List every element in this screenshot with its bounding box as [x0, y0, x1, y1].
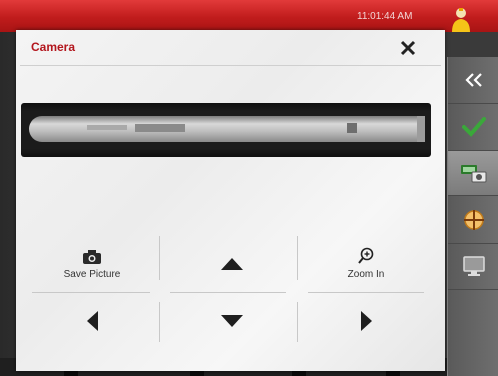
confirm-button[interactable]: [448, 104, 498, 151]
divider: [308, 292, 424, 293]
close-icon: [400, 40, 416, 56]
camera-transfer-button[interactable]: [448, 151, 498, 196]
save-picture-label: Save Picture: [63, 268, 121, 280]
zoom-in-button[interactable]: Zoom In: [301, 238, 431, 288]
clock: 11:01:44 AM: [357, 11, 413, 22]
monitor-button[interactable]: [448, 243, 498, 290]
divider: [32, 292, 150, 293]
divider: [159, 236, 160, 280]
left-button[interactable]: [28, 297, 156, 345]
zoom-in-label: Zoom In: [347, 268, 385, 280]
target-icon: [463, 210, 484, 230]
camera-transfer-icon: [460, 165, 486, 183]
right-sidebar: [447, 57, 498, 376]
zoom-in-icon: [358, 247, 374, 264]
down-button[interactable]: [168, 297, 296, 345]
camera-dialog: Camera Save Picture Zoom In: [16, 30, 445, 371]
double-chevron-left-icon: [464, 73, 482, 87]
sample-tube-image: [29, 116, 425, 142]
collapse-button[interactable]: [448, 57, 498, 104]
arrow-up-icon: [221, 258, 243, 270]
user-icon[interactable]: [450, 6, 472, 32]
up-button[interactable]: [168, 240, 296, 288]
right-button[interactable]: [301, 297, 431, 345]
arrow-down-icon: [221, 315, 243, 327]
target-button[interactable]: [448, 197, 498, 244]
divider: [159, 302, 160, 342]
camera-preview: [21, 103, 431, 157]
divider: [170, 292, 286, 293]
camera-icon: [83, 249, 101, 264]
top-status-bar: 11:01:44 AM: [0, 0, 498, 32]
title-divider: [20, 65, 441, 66]
save-picture-button[interactable]: Save Picture: [28, 240, 156, 288]
checkmark-icon: [461, 117, 486, 137]
divider: [297, 302, 298, 342]
dialog-title: Camera: [31, 40, 76, 54]
arrow-right-icon: [360, 311, 372, 331]
arrow-left-icon: [86, 311, 98, 331]
monitor-icon: [462, 256, 485, 276]
divider: [297, 236, 298, 280]
close-button[interactable]: [394, 34, 422, 62]
